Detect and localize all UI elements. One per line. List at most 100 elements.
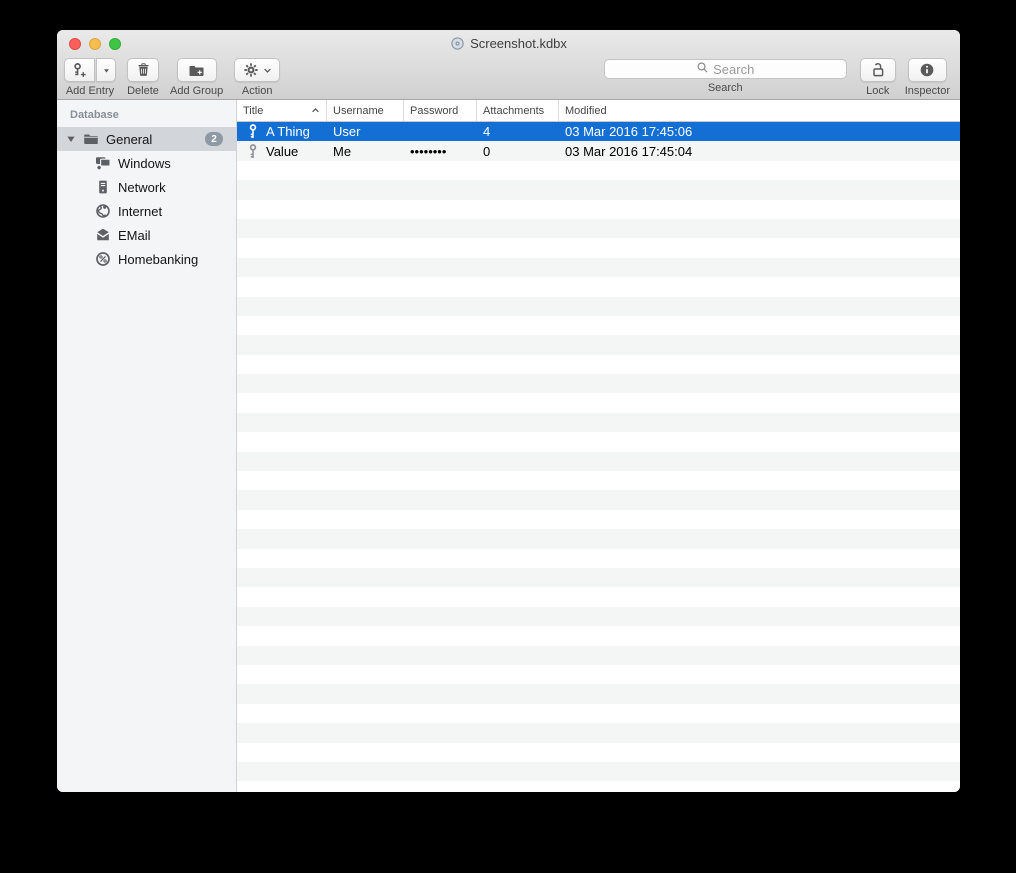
close-button[interactable] [69, 38, 81, 50]
app-window: Screenshot.kdbx Add Entry Delete Add Gro… [57, 30, 960, 792]
search-placeholder: Search [713, 61, 755, 77]
disclosure-triangle-icon[interactable] [66, 134, 76, 144]
entry-title: Value [266, 143, 299, 159]
add-entry-dropdown-button[interactable] [96, 58, 116, 82]
sidebar-item-general[interactable]: General 2 [57, 127, 236, 151]
search-toolbar-item: Search Search [603, 58, 847, 94]
chevron-down-icon [263, 66, 272, 75]
empty-table-row [237, 412, 960, 433]
table-header: Title Username Password Attachments Modi… [237, 100, 960, 122]
window-title: Screenshot.kdbx [470, 36, 567, 51]
empty-table-row [237, 665, 960, 684]
server-icon [94, 179, 111, 196]
empty-table-row [237, 606, 960, 627]
entry-modified-cell: 03 Mar 2016 17:45:04 [565, 143, 693, 159]
kdbx-document-icon [450, 36, 465, 51]
column-header-username[interactable]: Username [327, 100, 404, 121]
empty-table-row [237, 510, 960, 529]
empty-table-row [237, 490, 960, 510]
empty-table-row [237, 277, 960, 296]
toolbar-right-group: Search Search Lock Inspector [603, 58, 950, 97]
delete-button[interactable] [127, 58, 159, 82]
add-group-button[interactable] [176, 58, 217, 82]
traffic-lights [69, 38, 121, 50]
percent-icon [94, 251, 111, 268]
empty-table-row [237, 335, 960, 355]
sidebar-item-network[interactable]: Network [57, 175, 236, 199]
entry-password-cell [404, 122, 477, 141]
action-button[interactable] [234, 58, 281, 82]
inspector-label: Inspector [904, 85, 950, 97]
entry-modified-cell: 03 Mar 2016 17:45:06 [565, 124, 693, 140]
empty-table-row [237, 529, 960, 549]
add-group-label: Add Group [170, 85, 224, 97]
add-entry-toolbar-item: Add Entry [64, 58, 116, 97]
sidebar-item-label: EMail [118, 227, 151, 243]
sidebar-item-windows[interactable]: Windows [57, 151, 236, 175]
entry-username-cell: User [333, 124, 361, 140]
add-entry-label: Add Entry [65, 85, 115, 97]
empty-table-row [237, 645, 960, 665]
dropdown-arrow-icon [102, 66, 111, 75]
folder-plus-icon [188, 63, 205, 78]
sort-ascending-icon [311, 106, 320, 115]
action-toolbar-item: Action [234, 58, 281, 97]
action-label: Action [241, 85, 273, 97]
sidebar: Database General 2 Windows Network Internet E… [57, 100, 237, 792]
gear-icon [243, 62, 259, 78]
column-header-attachments[interactable]: Attachments [477, 100, 559, 121]
delete-toolbar-item: Delete [127, 58, 159, 97]
window-chrome: Screenshot.kdbx Add Entry Delete Add Gro… [57, 30, 960, 100]
empty-table-row [237, 743, 960, 762]
column-header-title[interactable]: Title [237, 100, 327, 121]
windows-network-icon [94, 155, 111, 172]
entry-attachments-cell: 0 [483, 143, 491, 159]
entry-title-cell: Value [237, 141, 327, 160]
empty-table-row [237, 549, 960, 568]
sidebar-item-internet[interactable]: Internet [57, 199, 236, 223]
group-tree: General 2 Windows Network Internet EMail Homeb… [57, 127, 236, 271]
column-header-modified[interactable]: Modified [559, 100, 960, 121]
sidebar-item-label: Internet [118, 203, 163, 219]
sidebar-item-label: Network [118, 179, 166, 195]
sidebar-item-email[interactable]: EMail [57, 223, 236, 247]
empty-table-row [237, 451, 960, 472]
content-area: Database General 2 Windows Network Internet E… [57, 100, 960, 792]
sidebar-item-label: General [106, 131, 153, 147]
empty-table-row [237, 374, 960, 394]
search-icon [696, 61, 709, 77]
table-body: A Thing User 4 03 Mar 2016 17:45:06 Value Me •… [237, 122, 960, 792]
table-row[interactable]: Value Me •••••••• 0 03 Mar 2016 17:45:04 [237, 141, 960, 161]
empty-table-row [237, 393, 960, 412]
toolbar: Add Entry Delete Add Group Action Search… [57, 57, 960, 99]
search-input[interactable]: Search [603, 59, 847, 79]
sidebar-item-label: Homebanking [118, 251, 199, 267]
empty-table-row [237, 723, 960, 743]
empty-table-row [237, 218, 960, 239]
group-count-badge: 2 [205, 132, 223, 146]
inspector-button[interactable] [907, 58, 947, 82]
table-row[interactable]: A Thing User 4 03 Mar 2016 17:45:06 [237, 122, 960, 142]
envelope-icon [94, 227, 111, 244]
titlebar[interactable]: Screenshot.kdbx [57, 30, 960, 57]
empty-table-row [237, 761, 960, 782]
trash-icon [136, 62, 151, 78]
entry-table: Title Username Password Attachments Modi… [237, 100, 960, 792]
delete-label: Delete [127, 85, 159, 97]
sidebar-section-header: Database [70, 109, 119, 121]
key-plus-icon [71, 62, 88, 78]
globe-icon [94, 203, 111, 220]
zoom-button[interactable] [109, 38, 121, 50]
padlock-open-icon [870, 62, 886, 78]
empty-table-row [237, 704, 960, 723]
column-header-password[interactable]: Password [404, 100, 477, 121]
search-label: Search [707, 82, 743, 94]
add-entry-button[interactable] [64, 58, 95, 82]
empty-table-row [237, 355, 960, 374]
minimize-button[interactable] [89, 38, 101, 50]
empty-table-row [237, 161, 960, 180]
lock-button[interactable] [859, 58, 896, 82]
sidebar-item-homebanking[interactable]: Homebanking [57, 247, 236, 271]
entry-username-cell: Me [333, 143, 352, 159]
folder-icon [82, 131, 99, 148]
